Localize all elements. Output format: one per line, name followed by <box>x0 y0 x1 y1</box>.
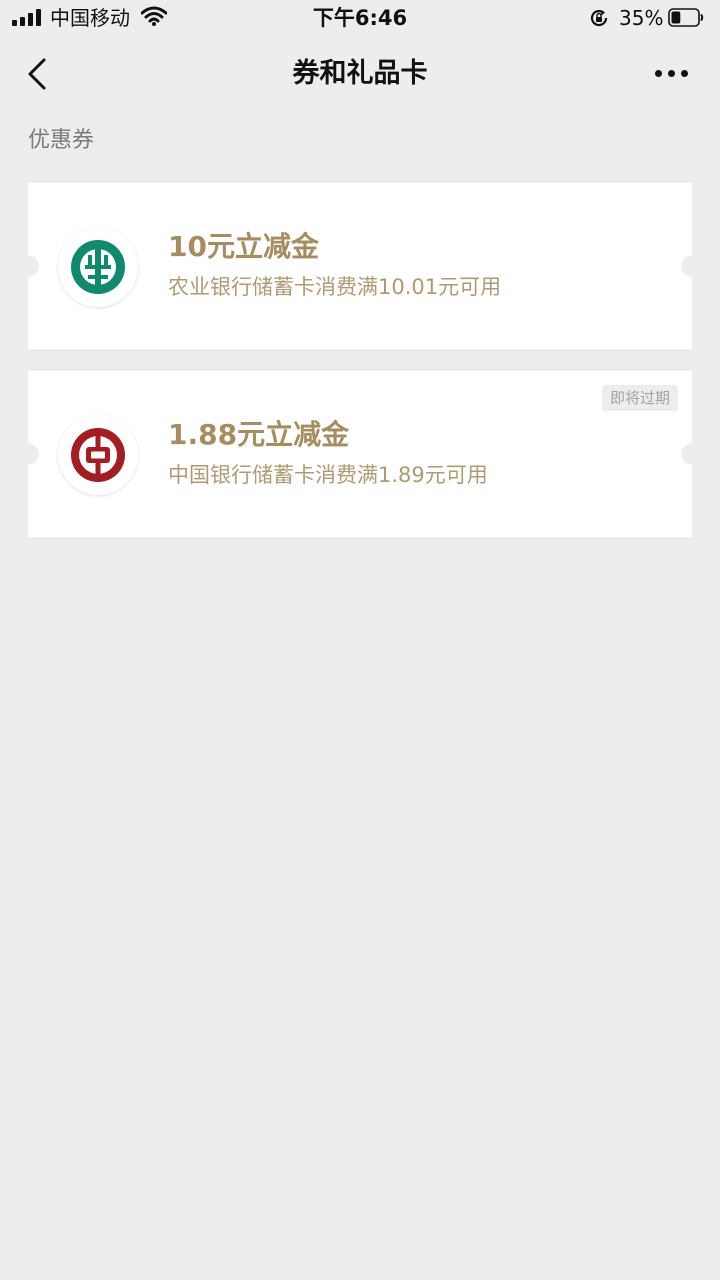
page-title: 券和礼品卡 <box>292 58 428 89</box>
coupon-description: 中国银行储蓄卡消费满1.89元可用 <box>168 463 488 487</box>
boc-bank-logo-icon <box>58 415 138 495</box>
coupon-title: 10元立减金 <box>168 230 319 263</box>
expiring-soon-badge: 即将过期 <box>601 385 678 411</box>
status-time: 下午6:46 <box>312 6 408 30</box>
rotation-lock-icon <box>590 9 608 27</box>
more-dots-icon <box>655 70 662 77</box>
ticket-notch <box>17 443 39 465</box>
battery-percent: 35% <box>619 6 664 30</box>
coupon-title: 1.88元立减金 <box>168 418 350 451</box>
ticket-notch <box>681 443 703 465</box>
abc-bank-logo-icon <box>58 227 138 307</box>
ticket-notch <box>681 255 703 277</box>
battery-icon <box>668 8 704 27</box>
coupon-description: 农业银行储蓄卡消费满10.01元可用 <box>168 275 502 299</box>
status-bar: 中国移动 下午6:46 35% <box>0 0 720 36</box>
coupon-card[interactable]: 即将过期 1.88元立减金 中国银行储蓄卡消费满1.89元可用 <box>17 371 703 537</box>
section-label-coupons: 优惠券 <box>28 128 95 153</box>
nav-bar: 券和礼品卡 <box>0 36 720 110</box>
ticket-notch <box>17 255 39 277</box>
coupon-card[interactable]: 10元立减金 农业银行储蓄卡消费满10.01元可用 <box>17 183 703 349</box>
more-button[interactable] <box>648 60 694 88</box>
